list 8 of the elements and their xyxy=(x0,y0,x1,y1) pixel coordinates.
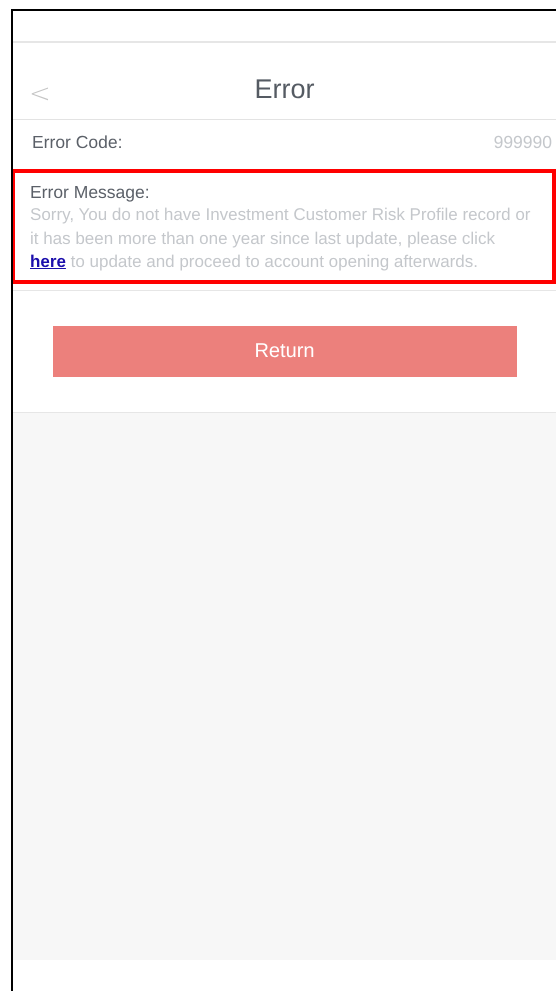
back-button[interactable]: < xyxy=(29,81,51,107)
error-message-label: Error Message: xyxy=(30,181,151,203)
error-code-value: 999990 xyxy=(494,131,552,154)
return-button[interactable]: Return xyxy=(52,326,516,376)
error-message-text: Sorry, You do not have Investment Customer Risk Profile record or it has been more than one year since last update, please click here to update and proceed to account opening afterwards. xyxy=(30,204,532,273)
page-title: Error xyxy=(254,72,314,106)
error-code-label: Error Code: xyxy=(32,131,122,154)
update-link[interactable]: here xyxy=(30,252,66,271)
